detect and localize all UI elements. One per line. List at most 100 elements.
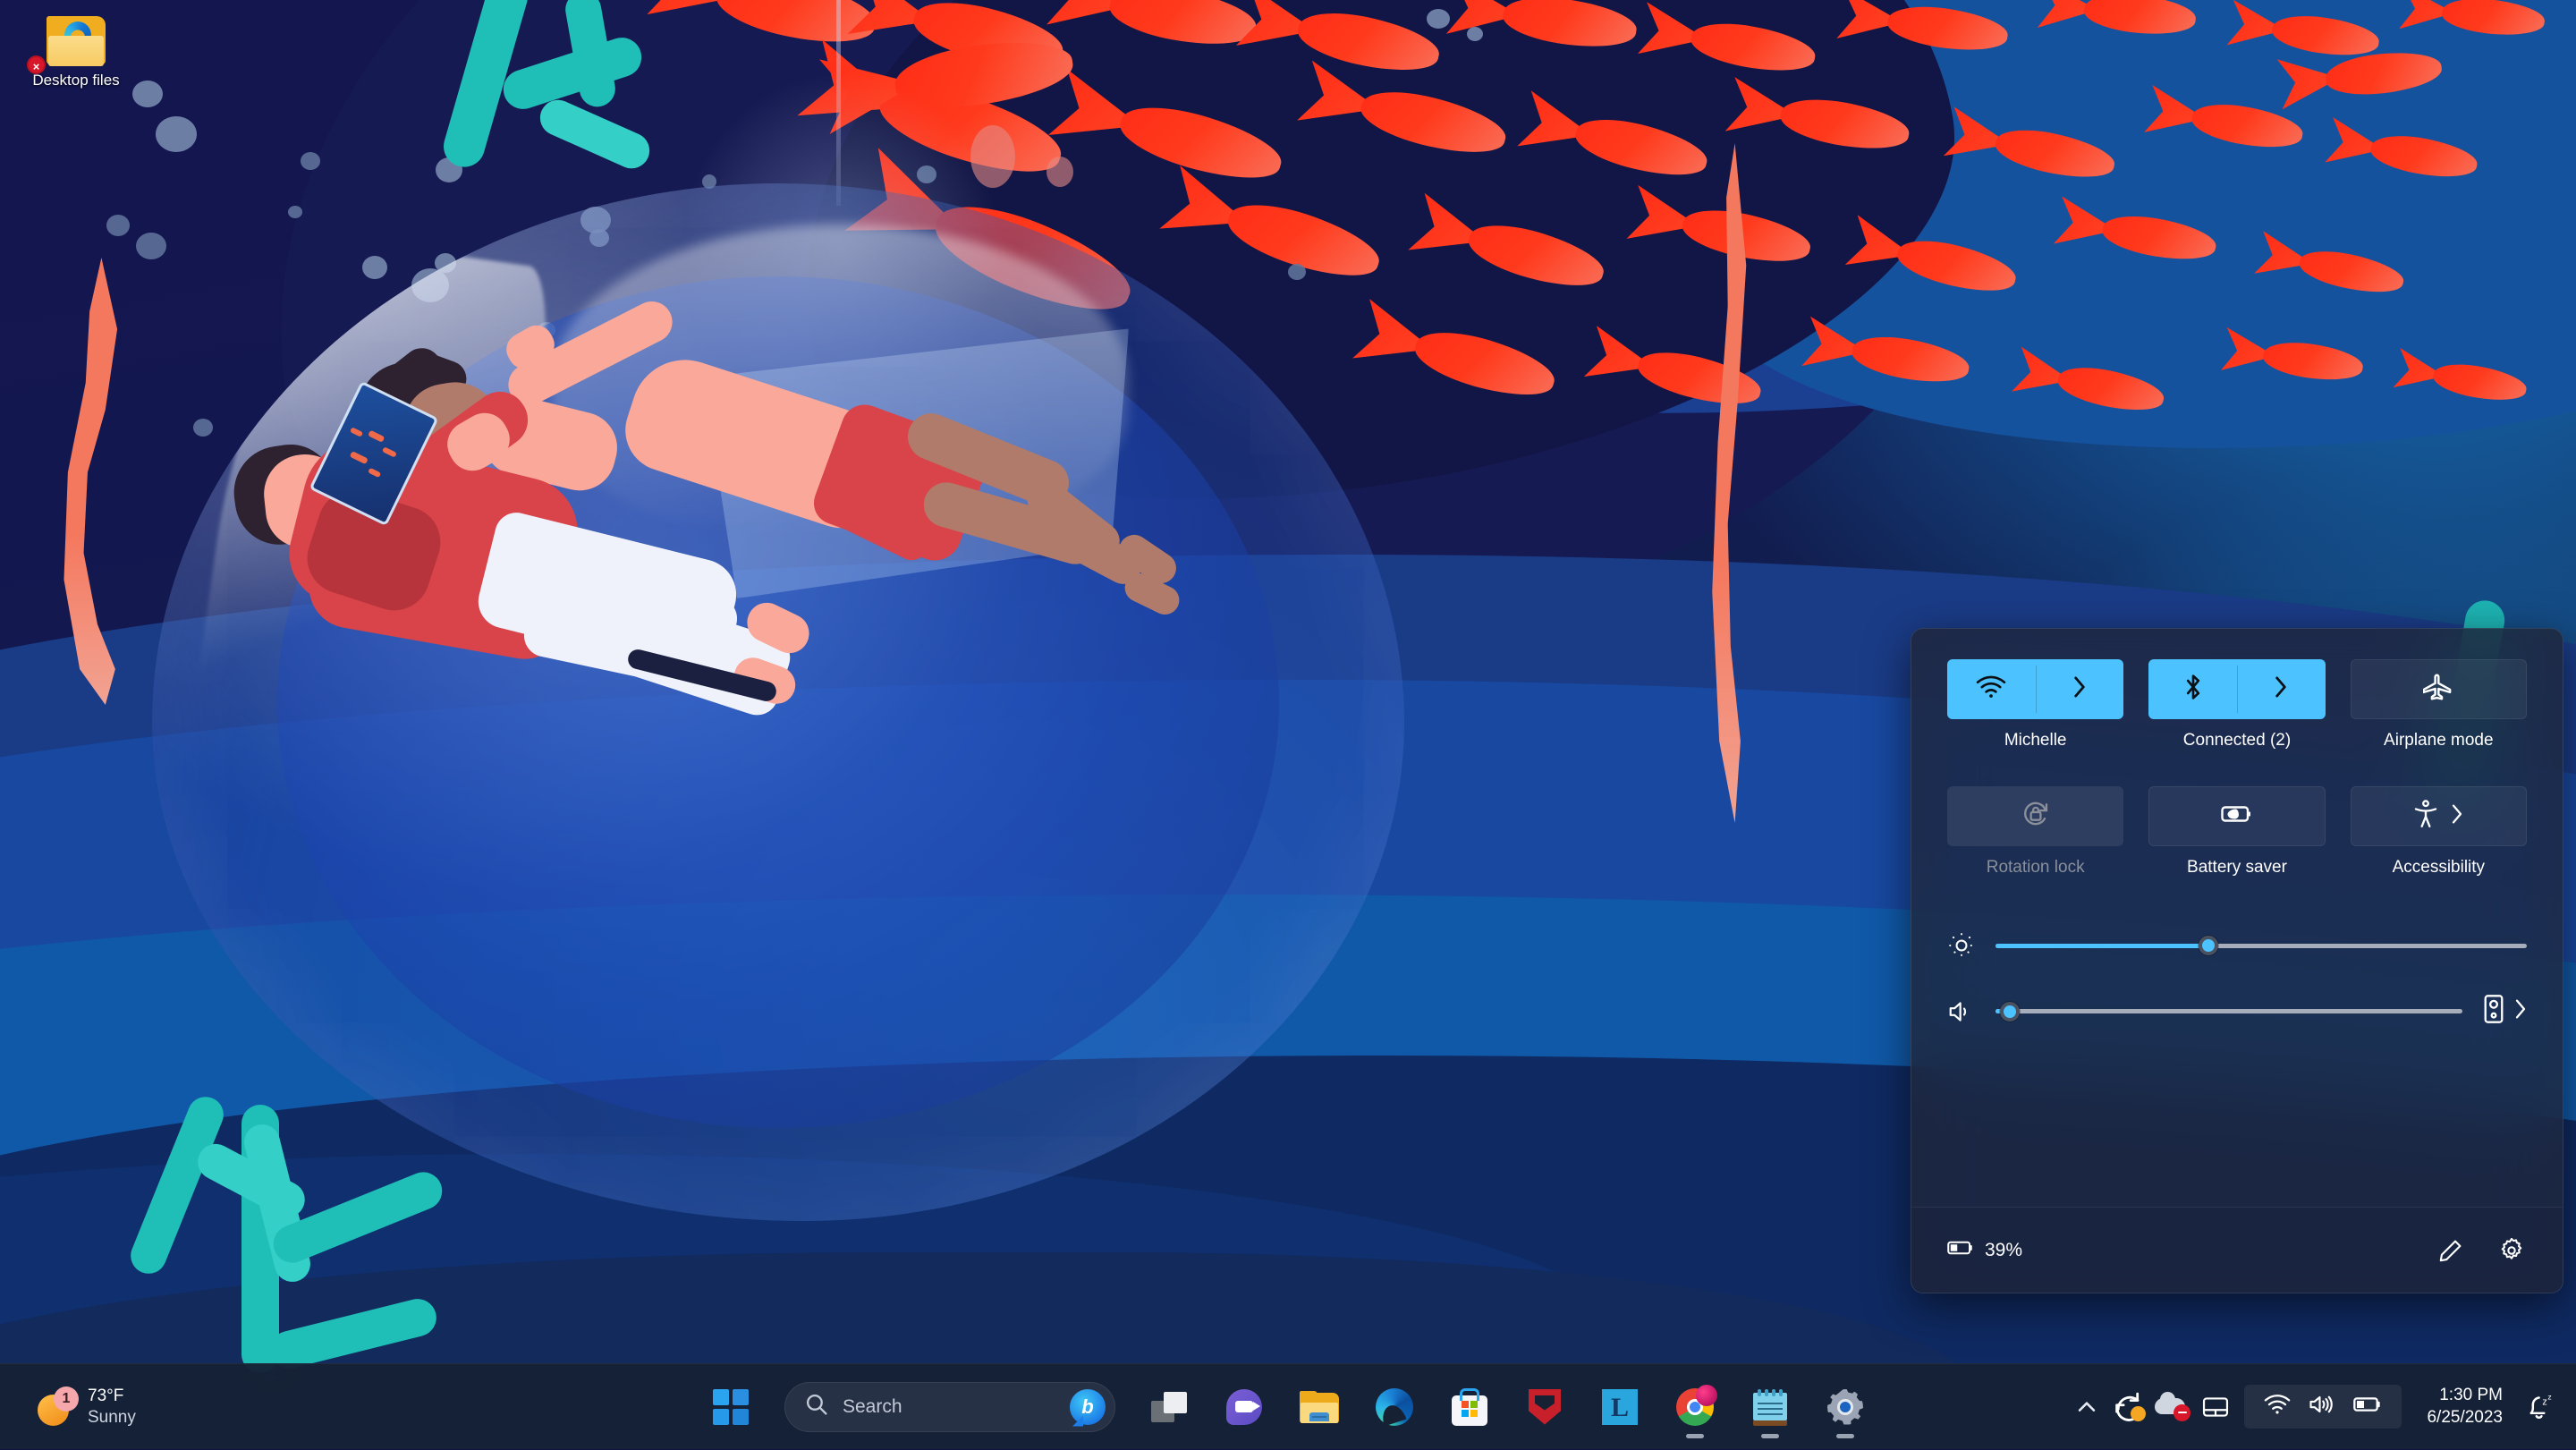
brightness-slider-knob[interactable] xyxy=(2199,936,2218,955)
accessibility-toggle-button[interactable] xyxy=(2351,786,2527,846)
airplane-icon xyxy=(2423,673,2453,706)
bluetooth-toggle-button[interactable] xyxy=(2148,659,2325,719)
taskbar-clock[interactable]: 1:30 PM 6/25/2023 xyxy=(2418,1379,2512,1434)
file-explorer-icon xyxy=(1300,1391,1339,1423)
microsoft-store-icon xyxy=(1452,1388,1487,1426)
quick-tile-accessibility: Accessibility xyxy=(2351,786,2527,885)
search-placeholder: Search xyxy=(843,1396,1055,1418)
airplane-tile-label: Airplane mode xyxy=(2384,731,2494,758)
folder-with-edge-icon xyxy=(47,16,106,66)
sync-error-badge-icon: × xyxy=(27,55,46,74)
taskbar-app-task-view[interactable] xyxy=(1139,1377,1199,1437)
battery-status[interactable]: 39% xyxy=(1947,1239,2022,1261)
battery-icon xyxy=(1947,1239,1974,1261)
desktop-icon-label: Desktop files xyxy=(18,72,134,89)
quick-settings-tile-grid: Michelle Connected (2) xyxy=(1947,659,2527,885)
volume-slider-track[interactable] xyxy=(1996,1009,2462,1013)
weather-temperature: 73°F xyxy=(88,1386,136,1407)
speaker-select-icon[interactable] xyxy=(2482,994,2505,1029)
accessibility-tile-label: Accessibility xyxy=(2393,858,2485,885)
tray-wifi-icon xyxy=(2257,1394,2298,1420)
brightness-slider-row xyxy=(1947,931,2527,960)
do-not-disturb-bell-icon[interactable]: z z xyxy=(2522,1387,2558,1427)
sphere-tether xyxy=(836,0,841,206)
sync-status-dot xyxy=(2131,1406,2146,1421)
taskbar-app-lenovo[interactable]: L xyxy=(1589,1377,1650,1437)
taskbar-app-file-explorer[interactable] xyxy=(1289,1377,1350,1437)
bing-chat-icon[interactable]: b xyxy=(1070,1389,1106,1425)
search-input[interactable]: Search b xyxy=(784,1382,1115,1432)
bluetooth-icon xyxy=(2183,673,2203,706)
show-hidden-icons-button[interactable] xyxy=(2065,1380,2108,1434)
sun-icon: 1 xyxy=(38,1388,75,1426)
battery-saver-tile-label: Battery saver xyxy=(2187,858,2287,885)
brightness-icon xyxy=(1947,931,1976,960)
bluetooth-chevron-right-icon[interactable] xyxy=(2274,675,2288,703)
quick-tile-bluetooth: Connected (2) xyxy=(2148,659,2325,758)
taskbar-app-edge[interactable] xyxy=(1364,1377,1425,1437)
battery-percent-label: 39% xyxy=(1985,1240,2022,1261)
search-icon xyxy=(805,1393,828,1420)
svg-text:z: z xyxy=(2547,1392,2551,1401)
quick-tile-battery-saver: Battery saver xyxy=(2148,786,2325,885)
clock-time: 1:30 PM xyxy=(2427,1385,2503,1407)
notepad-icon xyxy=(1753,1388,1787,1426)
accessibility-icon xyxy=(2413,800,2438,833)
rotation-lock-toggle-button[interactable] xyxy=(1947,786,2123,846)
microsoft-edge-icon xyxy=(1376,1388,1413,1426)
windows-logo-icon xyxy=(713,1389,749,1425)
notepad-running-indicator xyxy=(1761,1434,1779,1438)
accessibility-chevron-right-icon[interactable] xyxy=(2451,803,2463,829)
wifi-icon xyxy=(1976,675,2006,703)
wifi-toggle-button[interactable] xyxy=(1947,659,2123,719)
volume-chevron-right-icon[interactable] xyxy=(2514,998,2527,1024)
quick-settings-tray-button[interactable] xyxy=(2244,1385,2402,1429)
mcafee-shield-icon xyxy=(1529,1389,1561,1425)
volume-slider-row xyxy=(1947,994,2527,1029)
touchpad-icon[interactable] xyxy=(2194,1380,2237,1434)
taskbar-system-tray: 1:30 PM 6/25/2023 z z xyxy=(2065,1364,2576,1450)
settings-gear-icon xyxy=(1827,1389,1863,1425)
onedrive-error-badge xyxy=(2174,1404,2190,1421)
volume-icon xyxy=(1947,997,1976,1026)
rotation-lock-tile-label: Rotation lock xyxy=(1987,858,2085,885)
brightness-slider-track[interactable] xyxy=(1996,944,2527,948)
quick-tile-rotation-lock: Rotation lock xyxy=(1947,786,2123,885)
taskbar-app-chrome[interactable] xyxy=(1665,1377,1725,1437)
taskbar-weather-widget[interactable]: 1 73°F Sunny xyxy=(25,1380,148,1434)
quick-tile-airplane: Airplane mode xyxy=(2351,659,2527,758)
chrome-running-indicator xyxy=(1686,1434,1704,1438)
task-view-icon xyxy=(1151,1392,1187,1422)
bluetooth-tile-label: Connected (2) xyxy=(2183,731,2291,758)
volume-slider-knob[interactable] xyxy=(2000,1002,2020,1022)
taskbar: 1 73°F Sunny Search b xyxy=(0,1363,2576,1449)
taskbar-app-chat[interactable] xyxy=(1214,1377,1275,1437)
quick-settings-footer: 39% xyxy=(1911,1207,2563,1293)
taskbar-center-cluster: Search b L xyxy=(693,1377,1883,1437)
onedrive-error-icon[interactable] xyxy=(2151,1380,2194,1434)
start-button[interactable] xyxy=(700,1377,761,1437)
tray-battery-icon xyxy=(2346,1395,2389,1419)
lenovo-icon: L xyxy=(1602,1389,1638,1425)
taskbar-app-notepad[interactable] xyxy=(1740,1377,1801,1437)
quick-tile-wifi: Michelle xyxy=(1947,659,2123,758)
wifi-chevron-right-icon[interactable] xyxy=(2072,675,2087,703)
rotation-lock-icon xyxy=(2021,800,2050,833)
google-chrome-icon xyxy=(1676,1388,1714,1426)
svg-text:z: z xyxy=(2542,1396,2546,1407)
sync-update-icon[interactable] xyxy=(2108,1380,2151,1434)
desktop-icon-desktop-files[interactable]: × Desktop files xyxy=(18,16,134,89)
taskbar-app-store[interactable] xyxy=(1439,1377,1500,1437)
taskbar-app-settings[interactable] xyxy=(1815,1377,1876,1437)
settings-running-indicator xyxy=(1836,1434,1854,1438)
chat-teams-icon xyxy=(1226,1389,1262,1425)
taskbar-app-mcafee[interactable] xyxy=(1514,1377,1575,1437)
battery-saver-icon xyxy=(2221,802,2253,830)
tray-volume-icon xyxy=(2301,1394,2343,1420)
airplane-mode-toggle-button[interactable] xyxy=(2351,659,2527,719)
edit-quick-settings-button[interactable] xyxy=(2436,1235,2466,1266)
weather-badge-count: 1 xyxy=(54,1386,79,1412)
quick-settings-panel[interactable]: Michelle Connected (2) xyxy=(1911,628,2563,1293)
open-settings-button[interactable] xyxy=(2496,1235,2527,1266)
battery-saver-toggle-button[interactable] xyxy=(2148,786,2325,846)
